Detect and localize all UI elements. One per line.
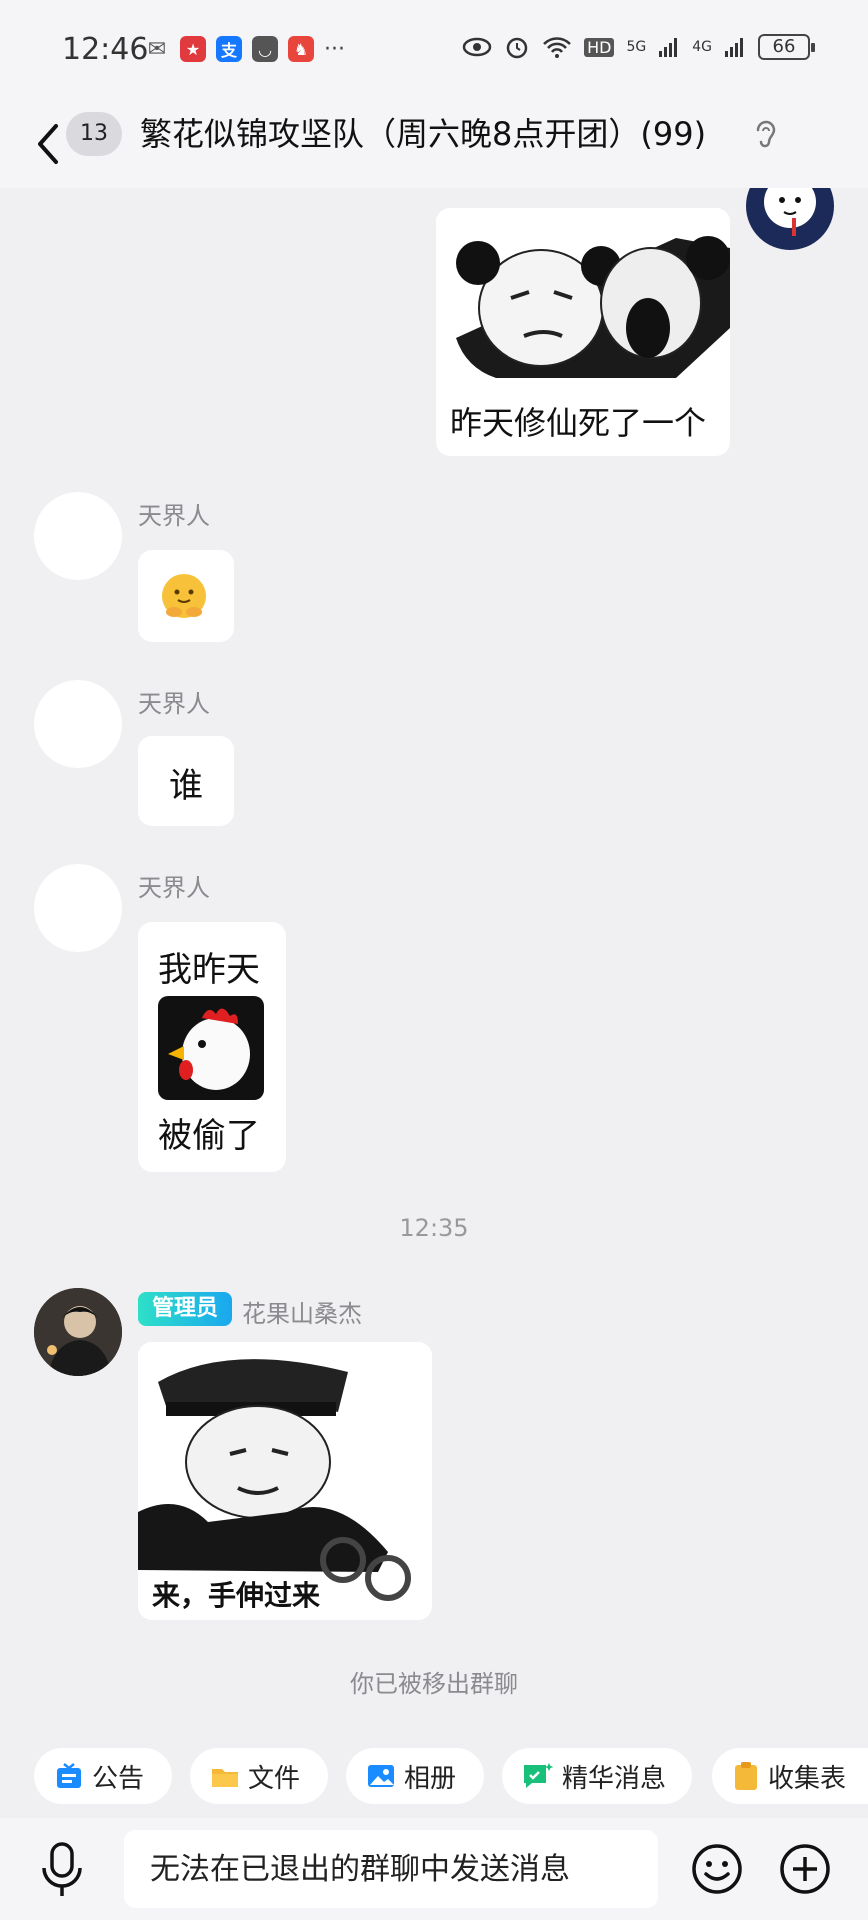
signal-5g-label: 5G [626, 39, 647, 55]
album-button[interactable]: 相册 [346, 1748, 484, 1804]
highlights-icon [524, 1763, 554, 1788]
status-time: 12:46 [62, 32, 149, 67]
avatar-huaguoshan-sangjie[interactable] [34, 1288, 122, 1376]
sender-name: 天界人 [138, 502, 210, 530]
highlights-button[interactable]: 精华消息 [502, 1748, 692, 1804]
own-avatar[interactable] [746, 188, 834, 250]
message-text: 谁 [169, 766, 203, 806]
meme-caption: 昨天修仙死了一个 [450, 404, 707, 442]
page-title[interactable]: 繁花似锦攻坚队（周六晚8点开团）(99) [140, 112, 706, 156]
announcement-label: 公告 [92, 1763, 145, 1794]
sticker-message-panda[interactable]: 昨天修仙死了一个 [436, 208, 730, 456]
album-label: 相册 [404, 1763, 457, 1794]
sender-name: 花果山桑杰 [242, 1300, 362, 1328]
message-list[interactable]: 昨天修仙死了一个 天界人 天界人 谁 天界人 我昨天 被偷了 12:35 管理员… [0, 188, 868, 1738]
announcement-icon [57, 1763, 81, 1788]
taobao-icon: ◡ [252, 36, 278, 62]
announcement-button[interactable]: 公告 [34, 1748, 172, 1804]
avatar-tianjieren-2[interactable] [34, 680, 122, 768]
emoji-message[interactable] [138, 550, 234, 642]
files-label: 文件 [248, 1763, 301, 1794]
chicken-emoji-icon [158, 996, 264, 1100]
hd-icon: HD [584, 37, 615, 57]
sender-name: 天界人 [138, 690, 210, 718]
text-message[interactable]: 谁 [138, 736, 234, 826]
signal-icon-2 [725, 38, 743, 57]
ear-icon[interactable] [752, 118, 778, 152]
battery-indicator: 66 [758, 34, 815, 60]
sticker-message-police-panda[interactable]: 来，手伸过来 [138, 1342, 432, 1620]
clipboard-icon [735, 1762, 757, 1790]
folder-icon [212, 1769, 238, 1787]
signal-4g-label: 4G [692, 39, 712, 55]
meme-caption: 来，手伸过来 [152, 1579, 321, 1612]
hug-emoji-icon [162, 574, 206, 618]
message-input[interactable] [124, 1830, 658, 1908]
highlights-label: 精华消息 [562, 1763, 667, 1794]
system-indicators: HD 5G 4G 66 [462, 34, 815, 60]
message-text-line2: 被偷了 [158, 1116, 260, 1156]
signal-icon [659, 38, 678, 57]
files-button[interactable]: 文件 [190, 1748, 328, 1804]
avatar-tianjieren-3[interactable] [34, 864, 122, 952]
removed-from-group-notice: 你已被移出群聊 [350, 1670, 518, 1698]
admin-badge: 管理员 [138, 1292, 232, 1326]
wechat-icon: ✉ [147, 36, 167, 62]
plus-icon[interactable] [778, 1842, 832, 1896]
timestamp-separator: 12:35 [399, 1214, 469, 1242]
back-icon[interactable] [28, 116, 68, 172]
sender-name: 天界人 [138, 874, 210, 902]
avatar-tianjieren-1[interactable] [34, 492, 122, 580]
group-quick-actions: 公告 文件 相册 精华消息 收集表 [0, 1738, 868, 1818]
album-icon [368, 1765, 394, 1787]
panda-meme-image [436, 208, 730, 398]
forms-button[interactable]: 收集表 [712, 1748, 868, 1804]
notification-icons: ✉ ★ 支 ◡ ♞ ··· [144, 36, 345, 62]
wifi-icon [543, 37, 572, 58]
microphone-icon[interactable] [38, 1840, 86, 1900]
status-bar: 12:46 ✉ ★ 支 ◡ ♞ ··· HD 5G 4G 66 [0, 0, 868, 100]
forms-label: 收集表 [768, 1763, 847, 1794]
message-input-bar [0, 1818, 868, 1920]
app-notification-icon: ♞ [288, 36, 314, 62]
mixed-message[interactable]: 我昨天 被偷了 [138, 922, 286, 1172]
message-text-line1: 我昨天 [158, 950, 260, 990]
pinduoduo-icon: ★ [180, 36, 206, 62]
unread-count-badge[interactable]: 13 [66, 112, 122, 156]
emoji-icon[interactable] [690, 1842, 744, 1896]
eye-icon [462, 37, 492, 57]
alarm-icon [506, 37, 528, 59]
more-notifications-icon: ··· [324, 36, 345, 62]
alipay-icon: 支 [216, 36, 242, 62]
